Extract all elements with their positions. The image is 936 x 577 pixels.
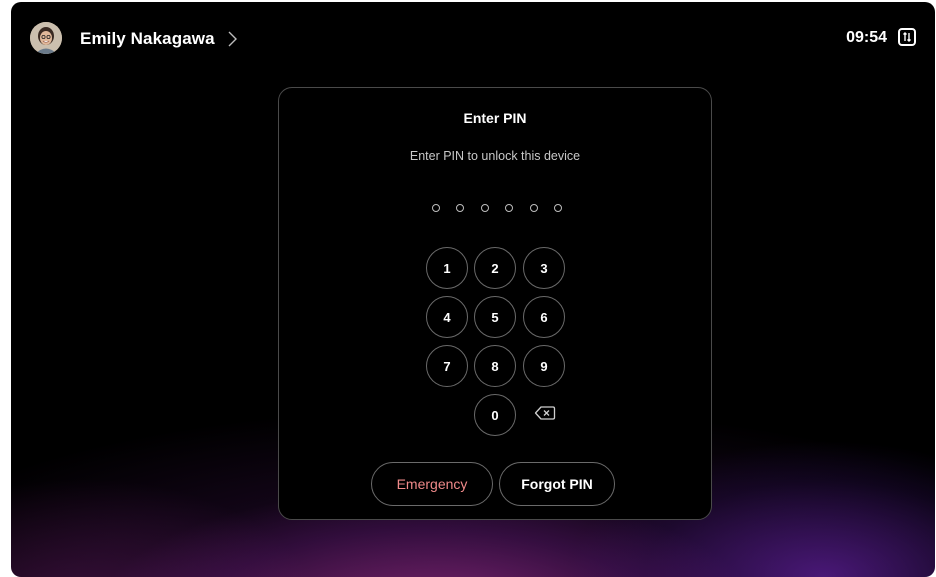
clock-time: 09:54 bbox=[846, 29, 887, 46]
pin-indicator bbox=[432, 204, 562, 214]
key-6[interactable]: 6 bbox=[523, 296, 565, 338]
key-8[interactable]: 8 bbox=[474, 345, 516, 387]
key-1[interactable]: 1 bbox=[426, 247, 468, 289]
chevron-right-icon bbox=[228, 31, 237, 47]
lock-screen: Emily Nakagawa 09:54 Enter PIN Enter PIN… bbox=[11, 2, 935, 577]
emergency-button[interactable]: Emergency bbox=[371, 462, 493, 506]
key-0[interactable]: 0 bbox=[474, 394, 516, 436]
sort-arrows-icon[interactable] bbox=[898, 28, 916, 46]
key-3[interactable]: 3 bbox=[523, 247, 565, 289]
key-4[interactable]: 4 bbox=[426, 296, 468, 338]
user-name: Emily Nakagawa bbox=[80, 29, 215, 48]
key-5[interactable]: 5 bbox=[474, 296, 516, 338]
pin-dot bbox=[529, 204, 538, 212]
top-bar: Emily Nakagawa 09:54 bbox=[11, 2, 935, 74]
pin-dialog: Enter PIN Enter PIN to unlock this devic… bbox=[278, 87, 712, 520]
pin-dot bbox=[456, 204, 465, 212]
dialog-subtitle: Enter PIN to unlock this device bbox=[409, 149, 581, 163]
forgot-pin-button[interactable]: Forgot PIN bbox=[499, 462, 615, 506]
pin-dot bbox=[553, 204, 562, 212]
key-9[interactable]: 9 bbox=[523, 345, 565, 387]
backspace-icon[interactable] bbox=[534, 405, 556, 421]
dialog-title: Enter PIN bbox=[463, 110, 527, 126]
pin-dot bbox=[480, 204, 489, 212]
key-7[interactable]: 7 bbox=[426, 345, 468, 387]
avatar-photo-icon bbox=[30, 22, 62, 54]
sort-arrows-glyph bbox=[903, 32, 911, 42]
user-avatar[interactable] bbox=[30, 22, 62, 54]
pin-dot bbox=[505, 204, 514, 212]
user-menu-button[interactable]: Emily Nakagawa bbox=[80, 26, 239, 52]
key-2[interactable]: 2 bbox=[474, 247, 516, 289]
pin-dot bbox=[432, 204, 440, 212]
